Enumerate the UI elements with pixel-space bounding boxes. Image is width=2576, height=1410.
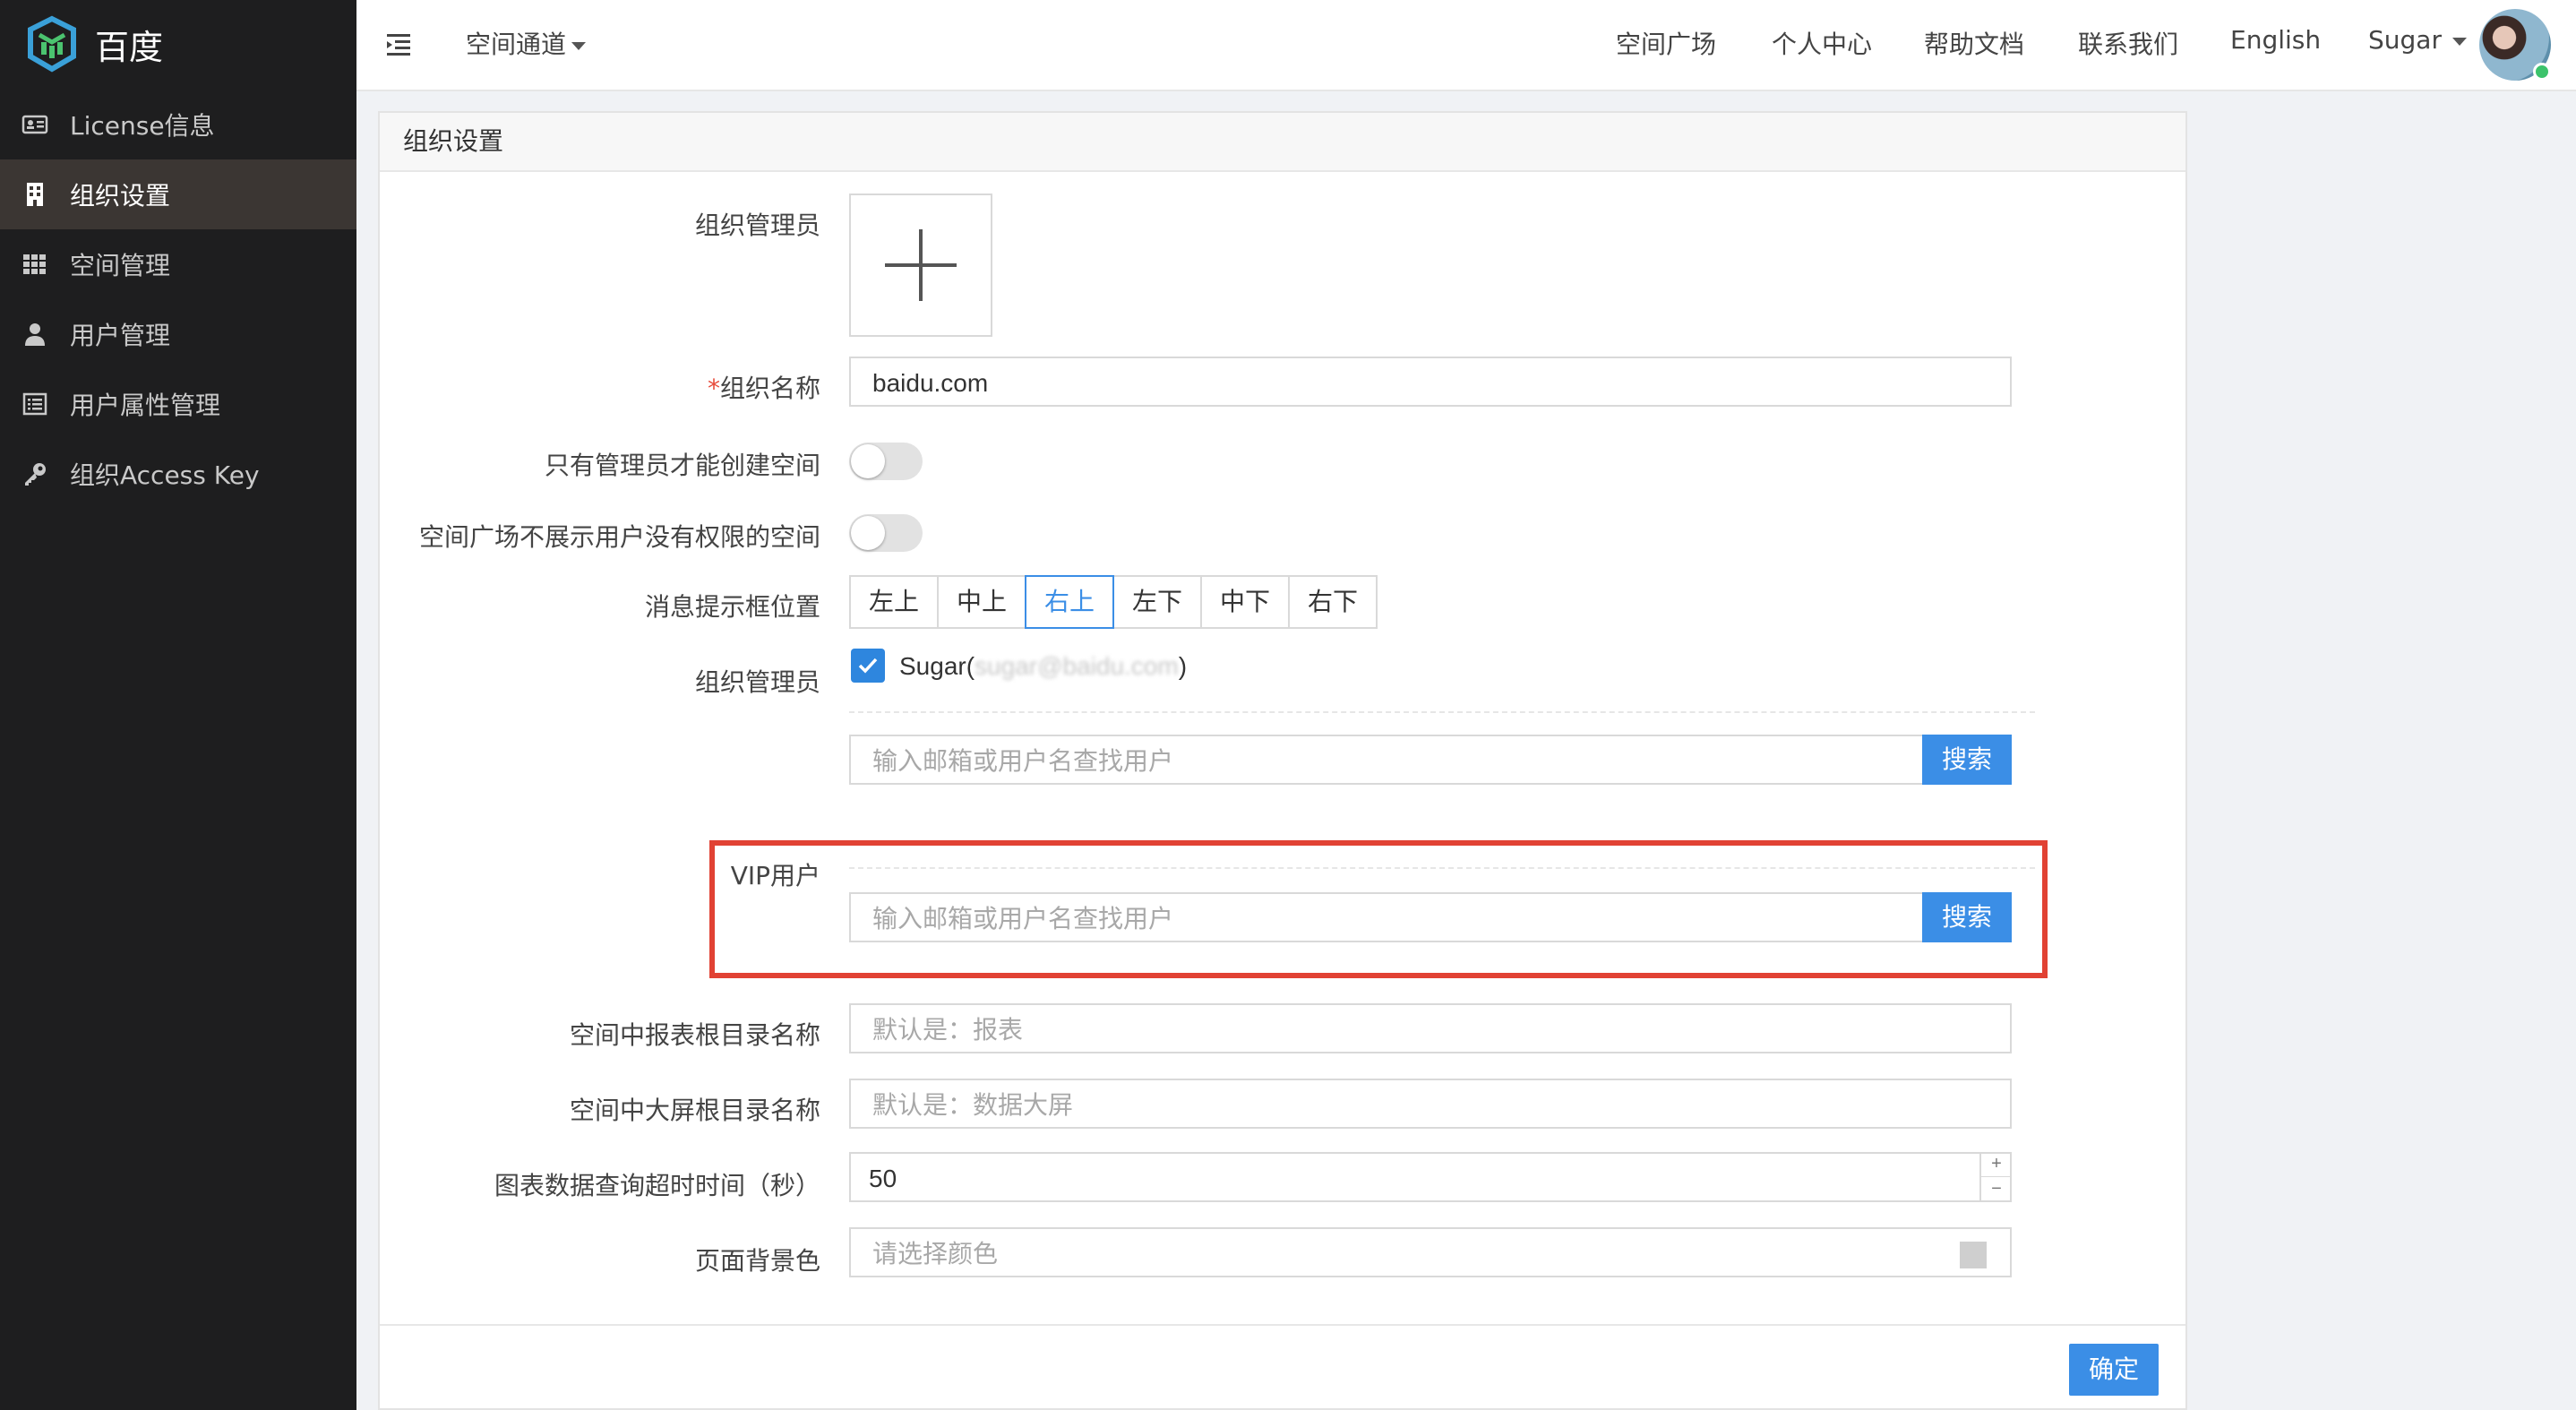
admin-search-button[interactable]: 搜索 xyxy=(1922,735,2012,785)
stepper-down-icon[interactable]: − xyxy=(1981,1177,2012,1201)
timeout-input[interactable]: 50 xyxy=(849,1152,2012,1202)
only-admin-create-toggle[interactable] xyxy=(849,443,923,480)
hide-noperm-toggle[interactable] xyxy=(849,514,923,552)
org-name-label: *组织名称 xyxy=(283,369,820,405)
brand[interactable]: 百度 xyxy=(25,13,163,75)
chevron-down-icon xyxy=(2451,37,2467,46)
bg-color-label: 页面背景色 xyxy=(694,1246,820,1276)
panel-title: 组织设置 xyxy=(380,113,2185,172)
divider xyxy=(849,711,2035,713)
admin-user-close: ) xyxy=(1178,652,1188,680)
screen-root-input[interactable]: 默认是：数据大屏 xyxy=(849,1079,2012,1129)
admin-search-input[interactable]: 输入邮箱或用户名查找用户 xyxy=(849,735,1926,785)
vip-users-label: VIP用户 xyxy=(730,861,820,890)
timeout-stepper[interactable]: + − xyxy=(1979,1152,2012,1202)
online-status-dot xyxy=(2533,63,2551,81)
sidebar-item-label: 组织Access Key xyxy=(70,460,260,490)
msg-position-segmented: 左上 中上 右上 左下 中下 右下 xyxy=(849,575,1378,629)
admin-avatar-label: 组织管理员 xyxy=(694,211,820,240)
msg-position-bottom-left[interactable]: 左下 xyxy=(1112,575,1202,629)
collapse-menu-icon[interactable] xyxy=(383,29,414,59)
building-icon xyxy=(20,179,50,210)
report-root-input[interactable]: 默认是：报表 xyxy=(849,1003,2012,1053)
brand-name: 百度 xyxy=(95,27,164,67)
nav-personal-center[interactable]: 个人中心 xyxy=(1772,25,1872,61)
report-root-label: 空间中报表根目录名称 xyxy=(569,1020,820,1050)
nav-space-square[interactable]: 空间广场 xyxy=(1616,25,1716,61)
vip-search-input[interactable]: 输入邮箱或用户名查找用户 xyxy=(849,892,1926,942)
org-name-label-text: 组织名称 xyxy=(719,374,820,403)
nav-language-english[interactable]: English xyxy=(2230,25,2321,55)
key-icon xyxy=(20,459,50,489)
msg-position-top-center[interactable]: 中上 xyxy=(937,575,1026,629)
hide-noperm-label: 空间广场不展示用户没有权限的空间 xyxy=(418,522,820,552)
sidebar-item-license[interactable]: License信息 xyxy=(0,90,356,159)
space-channel-dropdown[interactable]: 空间通道 xyxy=(466,25,587,61)
admin-user-entry: Sugar(sugar@baidu.com) xyxy=(899,652,1187,681)
top-bar: 空间通道 空间广场 个人中心 帮助文档 联系我们 English Sugar xyxy=(356,0,2576,91)
sidebar-item-label: License信息 xyxy=(70,111,215,141)
user-name: Sugar xyxy=(2368,25,2442,55)
vip-search-button[interactable]: 搜索 xyxy=(1922,892,2012,942)
screen-root-label: 空间中大屏根目录名称 xyxy=(569,1096,820,1125)
cube-logo-icon xyxy=(28,15,76,73)
list-icon xyxy=(20,389,50,419)
org-admins-label: 组织管理员 xyxy=(694,667,820,697)
stepper-up-icon[interactable]: + xyxy=(1981,1152,2012,1177)
panel-footer: 确定 xyxy=(380,1324,2185,1410)
nav-help-docs[interactable]: 帮助文档 xyxy=(1924,25,2024,61)
id-card-icon xyxy=(20,109,50,140)
admin-user-name: Sugar( xyxy=(899,652,975,680)
check-icon xyxy=(858,658,878,674)
msg-position-label: 消息提示框位置 xyxy=(644,592,820,622)
nav-contact-us[interactable]: 联系我们 xyxy=(2078,25,2178,61)
color-swatch[interactable] xyxy=(1960,1242,1987,1268)
org-settings-panel: 组织设置 组织管理员 *组织名称 baidu.com 只有管理员才能创建空间 空… xyxy=(378,111,2187,1410)
sidebar-item-user-management[interactable]: 用户管理 xyxy=(0,299,356,369)
msg-position-bottom-center[interactable]: 中下 xyxy=(1200,575,1290,629)
chevron-down-icon xyxy=(571,41,587,50)
sidebar-item-label: 用户管理 xyxy=(70,321,171,350)
msg-position-top-right[interactable]: 右上 xyxy=(1025,575,1114,629)
sidebar-item-label: 空间管理 xyxy=(70,251,171,280)
only-admin-create-label: 只有管理员才能创建空间 xyxy=(544,451,820,480)
grid-icon xyxy=(20,249,50,279)
space-channel-label: 空间通道 xyxy=(466,30,567,59)
bg-color-input[interactable]: 请选择颜色 xyxy=(849,1227,2012,1277)
user-icon xyxy=(20,319,50,349)
divider xyxy=(849,867,2035,869)
plus-icon xyxy=(885,229,957,301)
avatar-upload-box[interactable] xyxy=(849,193,992,337)
msg-position-top-left[interactable]: 左上 xyxy=(849,575,939,629)
msg-position-bottom-right[interactable]: 右下 xyxy=(1288,575,1378,629)
admin-user-email: sugar@baidu.com xyxy=(975,652,1179,680)
user-menu[interactable]: Sugar xyxy=(2368,25,2467,55)
sidebar-item-label: 组织设置 xyxy=(70,181,171,211)
timeout-label: 图表数据查询超时时间（秒） xyxy=(494,1171,820,1200)
confirm-button[interactable]: 确定 xyxy=(2069,1344,2159,1396)
org-name-input[interactable]: baidu.com xyxy=(849,357,2012,407)
sidebar-item-label: 用户属性管理 xyxy=(70,391,221,420)
required-mark: * xyxy=(707,374,720,403)
admin-user-checkbox[interactable] xyxy=(851,649,885,683)
